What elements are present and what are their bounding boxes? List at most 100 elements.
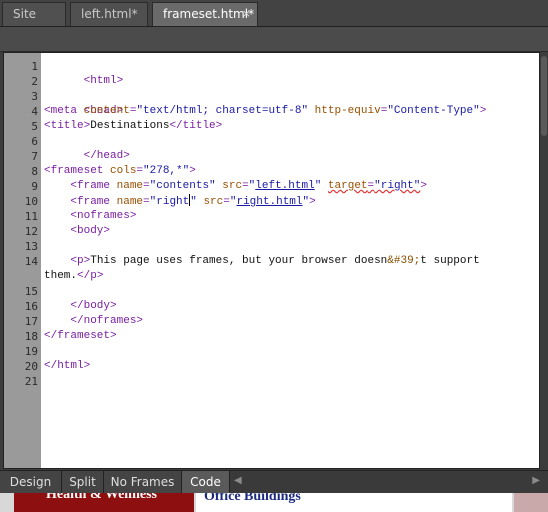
line-number: 7 [31,150,38,163]
tab-frameset-html[interactable]: frameset.html* × [152,2,258,26]
code-line: </html> [44,359,90,374]
line-number: 20 [24,360,38,373]
attribute-value: "right [149,196,190,208]
line-number: 3 [31,90,38,103]
split-view-button[interactable]: Split [62,471,104,493]
code-line: </frameset> [44,329,117,344]
code-line: </noframes> [44,314,143,329]
right-frame-preview: Office Buildings [196,493,512,512]
attribute-name: src [215,180,243,192]
equals: = [242,180,249,192]
attribute-name: name [116,180,144,192]
text-content: Destinations [90,120,170,132]
left-frame-preview: Health & Wellness [14,493,194,512]
close-icon[interactable]: × [242,3,251,25]
line-number: 14 [24,255,38,268]
scroll-right-icon[interactable]: ▶ [532,475,540,486]
preview-heading: Office Buildings [204,493,301,504]
code-line-wrap: them.</p> [44,269,103,284]
html-tag: <meta [44,105,84,117]
quote: " [314,180,322,192]
scrollbar-thumb[interactable] [541,56,547,136]
line-number-gutter: 1 2 3 4 5 6 7 8 9 10 11 12 13 14 15 16 1… [4,53,41,468]
code-line: <meta content="text/html; charset=utf-8"… [44,104,486,119]
url-link[interactable]: left.html [255,180,314,192]
text-content: This page uses frames, but your browser … [90,255,388,267]
design-view-button[interactable]: Design [0,471,62,493]
html-tag: <body> [70,225,111,237]
no-frames-view-button[interactable]: No Frames [104,471,182,493]
scroll-left-icon[interactable]: ◀ [234,475,242,486]
line-number: 17 [24,315,38,328]
code-view-button[interactable]: Code [182,471,230,493]
attribute-value: "contents" [149,180,216,192]
line-number: 18 [24,330,38,343]
attribute-name: content [83,105,130,117]
equals: = [223,196,230,208]
tab-label: left.html* [81,7,138,21]
code-line: <frame name="contents" src="left.html" t… [44,179,427,194]
html-entity: &#39; [387,255,421,267]
html-tag: <title> [44,120,91,132]
html-tag: <frame [70,180,117,192]
tab-left-html[interactable]: left.html* [70,2,148,26]
line-number: 5 [31,120,38,133]
tag-close: > [309,196,316,208]
document-tab-bar: Site View left.html* frameset.html* × [0,0,548,43]
code-line: <title>Destinations</title> [44,119,222,134]
html-tag: </html> [44,360,91,372]
tag-close: > [420,180,427,192]
attribute-name: cols [110,165,137,177]
tab-label: frameset.html* [163,7,255,21]
equals: = [143,196,150,208]
line-number: 6 [31,135,38,148]
line-number: 12 [24,225,38,238]
attribute-value: "278,*" [143,165,190,177]
url-link[interactable]: right.html [236,196,302,208]
attribute-value: "Content-Type" [387,105,480,117]
attribute-value-error: "right" [374,180,421,192]
attribute-value: "text/html; charset=utf-8" [136,105,309,117]
code-line: <p>This page uses frames, but your brows… [44,254,480,269]
tag-close: > [189,165,196,177]
code-line: <frame name="right" src="right.html"> [44,194,316,210]
attribute-name: name [116,196,144,208]
line-number: 19 [24,345,38,358]
code-line: <frameset cols="278,*"> [44,164,196,179]
attribute-name-error: target [327,180,368,192]
tab-site-view[interactable]: Site View [2,2,66,43]
html-tag: <frame [70,196,117,208]
code-line: </body> [44,299,116,314]
view-mode-bar: Design Split No Frames Code ◀ ▶ [0,470,548,493]
line-number: 10 [24,195,38,208]
equals: = [143,180,150,192]
code-area[interactable]: <html> <head> <meta content="text/html; … [44,53,539,468]
text-content: t support [420,255,480,267]
html-tag: </p> [77,270,104,282]
text-content: them. [44,270,78,282]
code-editor[interactable]: 1 2 3 4 5 6 7 8 9 10 11 12 13 14 15 16 1… [3,52,540,469]
code-line: <noframes> [44,209,136,224]
line-number: 16 [24,300,38,313]
html-tag: </title> [169,120,223,132]
html-tag: <frameset [44,165,111,177]
vertical-scrollbar[interactable] [540,52,548,469]
document-toolbar [0,27,548,52]
code-line: <body> [44,224,110,239]
attribute-name: src [196,196,224,208]
horizontal-scrollbar[interactable]: ◀ ▶ [232,475,542,489]
line-number: 4 [31,105,38,118]
html-tag: </noframes> [70,315,144,327]
html-tag: <p> [70,255,91,267]
line-number: 13 [24,240,38,253]
line-number: 9 [31,180,38,193]
html-tag: </head> [83,150,130,162]
line-number: 15 [24,285,38,298]
